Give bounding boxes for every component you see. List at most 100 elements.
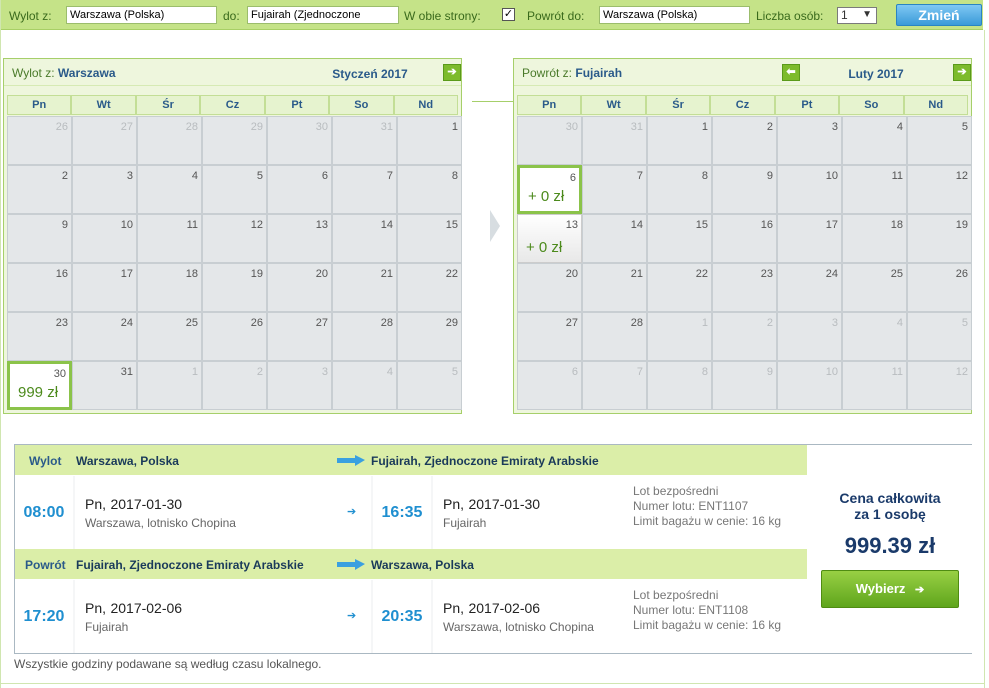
arrival-info: Pn, 2017-02-06 Warszawa, lotnisko Chopin… — [433, 580, 807, 653]
calendar-title-city: Fujairah — [575, 66, 623, 80]
calendar-day: 1 — [647, 116, 712, 165]
choose-button-label: Wybierz — [855, 581, 906, 596]
day-number: 5 — [256, 170, 263, 182]
calendar-day: 9 — [7, 214, 72, 263]
day-number: 7 — [386, 170, 393, 182]
day-number: 10 — [825, 170, 838, 182]
change-button[interactable]: Zmień — [896, 4, 982, 26]
persons-select[interactable]: 1 ▼ — [837, 7, 877, 24]
calendar-day: 9 — [712, 165, 777, 214]
calendar-day: 26 — [907, 263, 972, 312]
weekday-header: Pn — [7, 95, 72, 115]
flight-info: Lot bezpośredni Numer lotu: ENT1107 Limi… — [633, 484, 781, 529]
calendar-day: 12 — [907, 165, 972, 214]
calendar-day: 21 — [582, 263, 647, 312]
day-number: 8 — [701, 366, 708, 378]
to-input[interactable]: Fujairah (Zjednoczone — [247, 6, 399, 24]
arrow-right-icon: ➔ — [347, 610, 357, 622]
day-number: 3 — [831, 121, 838, 133]
departure-date-value: 2017-02-06 — [110, 600, 183, 616]
weekday-header: Cz — [710, 95, 775, 115]
day-number: 23 — [760, 268, 773, 280]
chevron-down-icon: ▼ — [862, 9, 872, 20]
calendar-day: 7 — [582, 361, 647, 410]
flight-number: Numer lotu: ENT1108 — [633, 603, 749, 617]
day-number: 30 — [53, 368, 66, 380]
day-number: 13 — [315, 219, 328, 231]
outbound-calendar: Wylot z: Warszawa Styczeń 2017 ➔ Pn Wt Śr C… — [3, 58, 462, 414]
flight-summary: Wylot Warszawa, Polska Fujairah, Zjednoc… — [14, 444, 972, 654]
day-number: 12 — [955, 366, 968, 378]
calendar-day: 25 — [842, 263, 907, 312]
calendar-title: Powrót z: Fujairah — [522, 66, 622, 80]
day-number: 3 — [321, 366, 328, 378]
day-number: 6 — [321, 170, 328, 182]
day-number: 6 — [569, 172, 576, 184]
calendar-header: Wylot z: Warszawa Styczeń 2017 ➔ — [4, 59, 461, 86]
calendar-day: 16 — [712, 214, 777, 263]
arrival-info: Pn, 2017-01-30 Fujairah Lot bezpośredni … — [433, 476, 807, 549]
to-label: do: — [223, 9, 240, 23]
day-number: 13 — [565, 219, 578, 231]
weekday-header: Wt — [71, 95, 136, 115]
calendar-day: 5 — [907, 312, 972, 361]
calendar-day: 10 — [777, 165, 842, 214]
weekday-header: Śr — [135, 95, 201, 115]
arrival-day: Pn, — [443, 496, 465, 512]
next-month-arrow-icon[interactable]: ➔ — [443, 64, 461, 81]
day-number: 20 — [315, 268, 328, 280]
weekday-header: Wt — [581, 95, 646, 115]
day-number: 4 — [896, 317, 903, 329]
day-number: 5 — [961, 121, 968, 133]
day-number: 25 — [185, 317, 198, 329]
weekday-header: Pt — [774, 95, 840, 115]
calendar-day-price[interactable]: 6 + 0 zł — [517, 165, 582, 214]
from-input[interactable]: Warszawa (Polska) — [66, 6, 217, 24]
round-trip-label: W obie strony: — [404, 9, 481, 23]
calendar-month: Styczeń 2017 — [332, 67, 408, 81]
arrival-place: Warszawa, lotnisko Chopina — [443, 620, 594, 634]
day-number: 3 — [831, 317, 838, 329]
day-number: 5 — [451, 366, 458, 378]
return-input[interactable]: Warszawa (Polska) — [599, 6, 750, 24]
calendar-day: 10 — [72, 214, 137, 263]
flight-type: Lot bezpośredni — [633, 588, 719, 602]
arrow-right-icon — [337, 559, 367, 570]
calendar-day: 22 — [647, 263, 712, 312]
calendar-day-price[interactable]: 30 999 zł — [7, 361, 72, 410]
day-number: 26 — [250, 317, 263, 329]
day-price: + 0 zł — [526, 239, 563, 256]
baggage-limit: Limit bagażu w cenie: 16 kg — [633, 618, 782, 632]
choose-button[interactable]: Wybierz ➔ — [821, 570, 959, 608]
calendar-day-price[interactable]: 13 + 0 zł — [517, 214, 582, 263]
day-number: 12 — [955, 170, 968, 182]
total-price-label-line2: za 1 osobę — [854, 506, 926, 522]
next-month-arrow-icon[interactable]: ➔ — [953, 64, 971, 81]
round-trip-checkbox[interactable]: ✓ — [502, 8, 515, 21]
day-number: 19 — [250, 268, 263, 280]
day-number: 11 — [891, 366, 903, 378]
calendar-day: 26 — [202, 312, 267, 361]
day-number: 18 — [185, 268, 198, 280]
page-border — [984, 30, 985, 688]
day-number: 4 — [896, 121, 903, 133]
arrival-date-value: 2017-01-30 — [468, 496, 541, 512]
prev-month-arrow-icon[interactable]: ⬅ — [782, 64, 800, 81]
leg-to: Fujairah, Zjednoczone Emiraty Arabskie — [371, 454, 599, 468]
calendar-day: 7 — [332, 165, 397, 214]
calendar-day: 20 — [267, 263, 332, 312]
calendar-connector — [472, 101, 514, 102]
day-number: 20 — [565, 268, 578, 280]
departure-place: Warszawa, lotnisko Chopina — [85, 516, 236, 530]
inbound-details: 17:20 Pn, 2017-02-06 Fujairah ➔ 20:35 Pn… — [15, 580, 807, 653]
calendar-day: 27 — [267, 312, 332, 361]
day-number: 27 — [120, 121, 133, 133]
day-number: 17 — [120, 268, 133, 280]
calendar-day: 17 — [777, 214, 842, 263]
arrival-time: 20:35 — [373, 580, 431, 653]
search-bar: Wylot z: Warszawa (Polska) do: Fujairah … — [1, 0, 983, 30]
day-number: 4 — [191, 170, 198, 182]
weekday-row: Pn Wt Śr Cz Pt So Nd — [7, 95, 458, 115]
calendar-day: 20 — [517, 263, 582, 312]
calendar-day: 11 — [137, 214, 202, 263]
